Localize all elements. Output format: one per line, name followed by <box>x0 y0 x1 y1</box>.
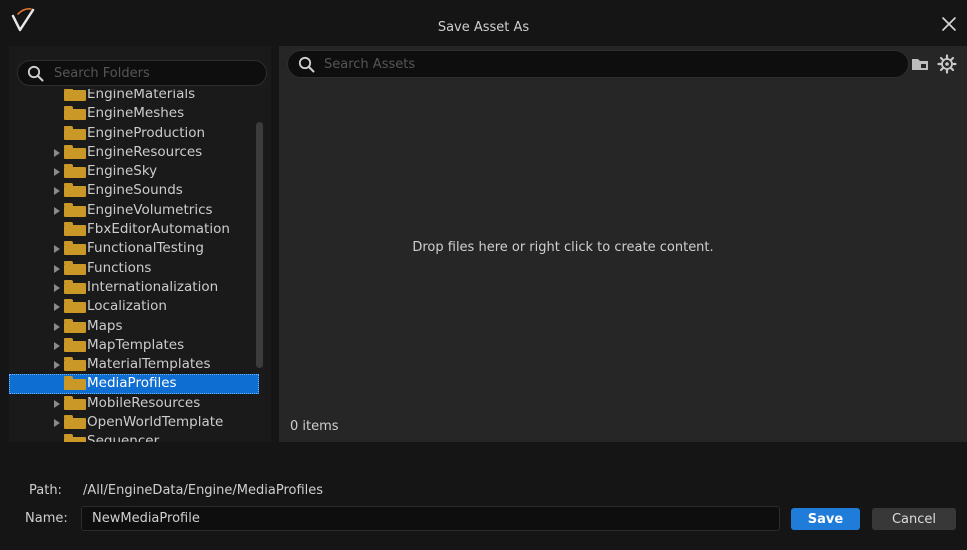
expand-arrow-icon[interactable] <box>54 303 60 312</box>
folder-tree-item[interactable]: Maps <box>9 317 259 336</box>
folder-tree-item-label: MediaProfiles <box>87 375 177 392</box>
folder-icon <box>64 164 86 179</box>
folder-search-box[interactable] <box>17 60 267 86</box>
folder-icon <box>64 222 86 237</box>
close-icon[interactable] <box>941 16 957 32</box>
folder-tree-item-label: EngineSky <box>87 163 158 180</box>
asset-name-input[interactable] <box>81 506 780 531</box>
expand-arrow-icon[interactable] <box>54 206 60 215</box>
save-button[interactable]: Save <box>791 508 860 530</box>
folder-tree-item[interactable]: MobileResources <box>9 394 259 413</box>
expand-arrow-icon[interactable] <box>54 168 60 177</box>
name-label: Name: <box>25 511 68 526</box>
folder-tree-scrollbar[interactable] <box>256 122 263 368</box>
folder-tree-item-label: EngineMeshes <box>87 105 185 122</box>
folder-icon <box>64 395 86 410</box>
folder-tree: EngineMaterials EngineMeshes EngineProduct… <box>9 89 259 442</box>
folder-tree-item-label: EngineVolumetrics <box>87 201 213 218</box>
asset-search-input[interactable] <box>324 54 894 74</box>
folder-tree-item-label: EngineMaterials <box>87 89 196 102</box>
empty-content-hint: Drop files here or right click to create… <box>412 240 714 255</box>
folder-tree-item-label: EngineSounds <box>87 182 183 199</box>
folder-icon <box>64 318 86 333</box>
folder-tree-item[interactable]: OpenWorldTemplate <box>9 413 259 432</box>
folder-tree-item-label: Internationalization <box>87 278 219 295</box>
folder-tree-item[interactable]: FbxEditorAutomation <box>9 220 259 239</box>
expand-arrow-icon[interactable] <box>54 264 60 273</box>
folder-tree-item[interactable]: EngineResources <box>9 143 259 162</box>
folder-tree-item[interactable]: EngineSky <box>9 162 259 181</box>
folder-tree-item[interactable]: Functions <box>9 259 259 278</box>
item-count: 0 items <box>290 419 339 434</box>
folder-tree-item[interactable]: Internationalization <box>9 278 259 297</box>
expand-arrow-icon[interactable] <box>54 399 60 408</box>
folder-icon <box>64 89 86 101</box>
folder-icon <box>64 241 86 256</box>
expand-arrow-icon[interactable] <box>54 322 60 331</box>
folder-tree-item-label: Maps <box>87 317 123 334</box>
folder-icon <box>64 299 86 314</box>
expand-arrow-icon[interactable] <box>54 148 60 157</box>
folder-tree-item-label: MobileResources <box>87 394 201 411</box>
expand-arrow-icon[interactable] <box>54 341 60 350</box>
expand-arrow-icon[interactable] <box>54 187 60 196</box>
expand-arrow-icon[interactable] <box>54 245 60 254</box>
folder-tree-item[interactable]: FunctionalTesting <box>9 239 259 258</box>
folder-tree-item-label: Functions <box>87 259 152 276</box>
search-icon <box>298 56 315 73</box>
cancel-button[interactable]: Cancel <box>872 508 956 530</box>
folder-tree-item-label: EngineProduction <box>87 124 206 141</box>
title-bar: Save Asset As <box>0 0 967 45</box>
folder-tree-item[interactable]: EngineProduction <box>9 124 259 143</box>
folder-tree-item[interactable]: MapTemplates <box>9 336 259 355</box>
folder-icon <box>64 106 86 121</box>
folder-icon <box>64 183 86 198</box>
folder-search-input[interactable] <box>54 63 259 83</box>
folder-tree-item-label: MapTemplates <box>87 336 185 353</box>
folder-icon <box>64 260 86 275</box>
folder-icon <box>64 415 86 430</box>
folder-panel: EngineMaterials EngineMeshes EngineProduct… <box>9 46 271 442</box>
folder-tree-item-label: Localization <box>87 298 167 315</box>
folder-tree-item[interactable]: EngineMaterials <box>9 89 259 104</box>
folder-icon <box>64 125 86 140</box>
folder-icon <box>64 144 86 159</box>
expand-arrow-icon[interactable] <box>54 419 60 428</box>
asset-search-box[interactable] <box>287 50 909 78</box>
search-icon <box>27 65 44 82</box>
folder-tree-item[interactable]: Sequencer <box>9 432 259 442</box>
folder-tree-item-label: OpenWorldTemplate <box>87 414 224 431</box>
folder-tree-item[interactable]: EngineMeshes <box>9 104 259 123</box>
folder-tree-item-label: EngineResources <box>87 143 203 160</box>
folder-icon <box>64 337 86 352</box>
gear-icon[interactable] <box>937 54 957 74</box>
folder-tree-item-label: FunctionalTesting <box>87 240 204 257</box>
asset-panel[interactable]: Drop files here or right click to create… <box>279 46 967 442</box>
folder-tree-item[interactable]: EngineVolumetrics <box>9 201 259 220</box>
folder-icon[interactable] <box>911 56 929 72</box>
folder-tree-item-label: FbxEditorAutomation <box>87 221 230 238</box>
folder-tree-item[interactable]: Localization <box>9 297 259 316</box>
folder-icon <box>64 434 86 442</box>
path-value: /All/EngineData/Engine/MediaProfiles <box>83 483 324 498</box>
folder-tree-item[interactable]: EngineSounds <box>9 181 259 200</box>
expand-arrow-icon[interactable] <box>54 283 60 292</box>
expand-arrow-icon[interactable] <box>54 361 60 370</box>
folder-tree-item-label: MaterialTemplates <box>87 356 211 373</box>
folder-tree-item[interactable]: MaterialTemplates <box>9 355 259 374</box>
folder-icon <box>64 376 86 391</box>
folder-icon <box>64 202 86 217</box>
folder-icon <box>64 357 86 372</box>
folder-tree-item[interactable]: MediaProfiles <box>9 374 259 394</box>
folder-icon <box>64 279 86 294</box>
path-label: Path: <box>29 483 62 498</box>
save-footer: Path: /All/EngineData/Engine/MediaProfil… <box>0 446 967 550</box>
folder-tree-item-label: Sequencer <box>87 433 160 442</box>
